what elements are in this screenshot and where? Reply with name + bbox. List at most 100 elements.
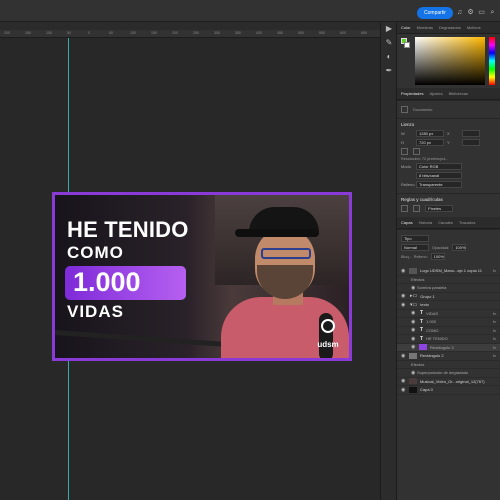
eye-icon[interactable]: ◉ [401, 293, 407, 299]
fill-percent-field[interactable]: 100% [430, 253, 445, 260]
share-button[interactable]: Compartir [417, 7, 453, 19]
tab-channels[interactable]: Canales [438, 220, 453, 225]
layer-group-row[interactable]: ◉ ▸▭ Grupo 1 [397, 293, 500, 301]
eye-icon[interactable]: ◉ [411, 310, 417, 316]
rules-title: Reglas y cuadrículas [401, 197, 443, 202]
x-label: X [447, 131, 450, 136]
fx-icon[interactable]: fx [493, 328, 496, 333]
eye-icon[interactable]: ◉ [401, 387, 407, 393]
artboard-thumbnail[interactable]: HE TENIDO COMO 1.000 VIDAS udsm [52, 192, 352, 361]
eye-icon[interactable]: ◉ [401, 302, 407, 308]
layer-row[interactable]: ◉ Rectángulo 3 fx [397, 343, 500, 352]
layer-effects-row[interactable]: Efectos [397, 361, 500, 369]
landscape-icon[interactable] [413, 148, 420, 155]
logo-text: udsm [317, 340, 339, 349]
eye-icon[interactable]: ◉ [411, 344, 417, 350]
layer-row[interactable]: ◉ T COMO fx [397, 327, 500, 335]
layer-effect-row[interactable]: ◉ Superposición de degradado [397, 369, 500, 378]
layer-row[interactable]: ◉ Capa 0 [397, 386, 500, 395]
ruler-icon[interactable] [413, 205, 420, 212]
layer-row[interactable]: ◉ T VIDAS fx [397, 310, 500, 318]
horizontal-ruler: 200 150 100 50 0 50 100 150 200 250 300 350 400 450 50… [0, 30, 380, 38]
fx-icon[interactable]: fx [493, 319, 496, 324]
tab-layers[interactable]: Capas [401, 220, 413, 225]
layer-row[interactable]: ◉ Logo UDSM_Mano...ajo 1 copia 11 fx [397, 267, 500, 276]
bits-select[interactable]: 8 bits/canal [416, 172, 462, 179]
tab-libraries[interactable]: Bibliotecas [449, 91, 468, 96]
text-layer-icon: T [420, 335, 424, 342]
hue-slider[interactable] [489, 37, 495, 85]
grid-icon[interactable] [401, 205, 408, 212]
layer-thumbnail [409, 267, 417, 274]
eye-icon[interactable]: ◉ [401, 353, 407, 359]
eye-icon[interactable]: ◉ [401, 268, 407, 274]
right-panels: Color Muestras Degradados Motivos Propie… [396, 22, 500, 500]
ruler-tick-label: 500 [298, 31, 304, 35]
fx-icon[interactable]: fx [493, 345, 496, 350]
layer-effects-row[interactable]: Efectos [397, 276, 500, 284]
bell-icon[interactable]: ♫ [456, 9, 463, 16]
layers-controls: Tipo Normal Opacidad: 100% Bloq.: Rellen… [397, 229, 500, 265]
eye-icon[interactable]: ◉ [401, 378, 407, 384]
ruler-tick-label: 200 [172, 31, 178, 35]
layer-name: Sombra paralela [417, 285, 447, 291]
play-icon[interactable]: ▶ [381, 22, 397, 36]
adjust-icon[interactable]: ◐ [381, 50, 397, 64]
tab-history[interactable]: Historia [419, 220, 433, 225]
layer-name: Capa 0 [420, 387, 433, 393]
layer-name: texto [420, 302, 429, 308]
tab-color[interactable]: Color [401, 25, 411, 30]
layer-row[interactable]: ◉ Rectángulo 2 fx [397, 352, 500, 361]
eye-icon[interactable]: ◉ [411, 319, 417, 325]
layer-group-row[interactable]: ◉ ▾▭ texto [397, 301, 500, 310]
width-field[interactable]: 1280 px [416, 130, 444, 137]
tab-swatches[interactable]: Muestras [417, 25, 433, 30]
properties-tabs: Propiedades Ajustes Bibliotecas [397, 88, 500, 100]
brush-icon[interactable]: ✎ [381, 36, 397, 50]
tab-properties[interactable]: Propiedades [401, 91, 423, 96]
blend-mode-select[interactable]: Normal [401, 244, 429, 251]
unit-select[interactable]: Píxeles [425, 205, 453, 212]
eye-icon[interactable]: ◉ [411, 327, 417, 333]
y-field[interactable] [462, 139, 480, 146]
search-icon[interactable]: ⌕ [489, 9, 496, 16]
tab-gradients[interactable]: Degradados [439, 25, 461, 30]
layer-filter-select[interactable]: Tipo [401, 235, 429, 242]
color-picker-panel [397, 34, 500, 88]
fx-icon[interactable]: fx [493, 353, 496, 358]
fx-icon[interactable]: fx [493, 311, 496, 316]
portrait-icon[interactable] [401, 148, 408, 155]
text-layer-icon: T [420, 318, 424, 325]
color-field[interactable] [415, 37, 485, 85]
layer-row[interactable]: ◉ T HE TENIDO fx [397, 335, 500, 344]
layer-effect-row[interactable]: ◉ Sombra paralela [397, 284, 500, 293]
eye-icon[interactable]: ◉ [411, 336, 417, 342]
layer-row[interactable]: ◉ T 1.000 fx [397, 318, 500, 327]
tab-adjustments[interactable]: Ajustes [429, 91, 442, 96]
layer-name: Grupo 1 [420, 293, 435, 299]
layer-thumbnail [409, 386, 417, 393]
color-tabs: Color Muestras Degradados Motivos [397, 22, 500, 34]
layer-name: Superposición de degradado [417, 370, 469, 376]
tab-paths[interactable]: Trazados [459, 220, 476, 225]
background-color-swatch[interactable] [404, 42, 410, 48]
fx-icon[interactable]: fx [493, 268, 496, 273]
layer-thumbnail [409, 352, 417, 359]
panel-tool-strip: ▶ ✎ ◐ ✒ [380, 22, 396, 500]
pen-icon[interactable]: ✒ [381, 64, 397, 78]
opacity-field[interactable]: 100% [452, 244, 467, 251]
settings-icon[interactable]: ⚙ [467, 9, 474, 16]
layer-row[interactable]: ◉ Musical_Video_Or...original_12(767) [397, 378, 500, 386]
tab-patterns[interactable]: Motivos [467, 25, 481, 30]
fill-select[interactable]: Transparente [416, 181, 462, 188]
mode-select[interactable]: Color RGB [416, 163, 462, 170]
ruler-tick-label: 0 [88, 31, 90, 35]
fx-icon[interactable]: fx [493, 336, 496, 341]
height-field[interactable]: 720 px [416, 139, 444, 146]
top-bar: Compartir ♫ ⚙ ▭ ⌕ [0, 0, 500, 22]
window-icon[interactable]: ▭ [478, 9, 485, 16]
ruler-tick-label: 250 [193, 31, 199, 35]
layer-name: Logo UDSM_Mano...ajo 1 copia 11 [420, 268, 482, 274]
beard [257, 265, 313, 299]
x-field[interactable] [462, 130, 480, 137]
